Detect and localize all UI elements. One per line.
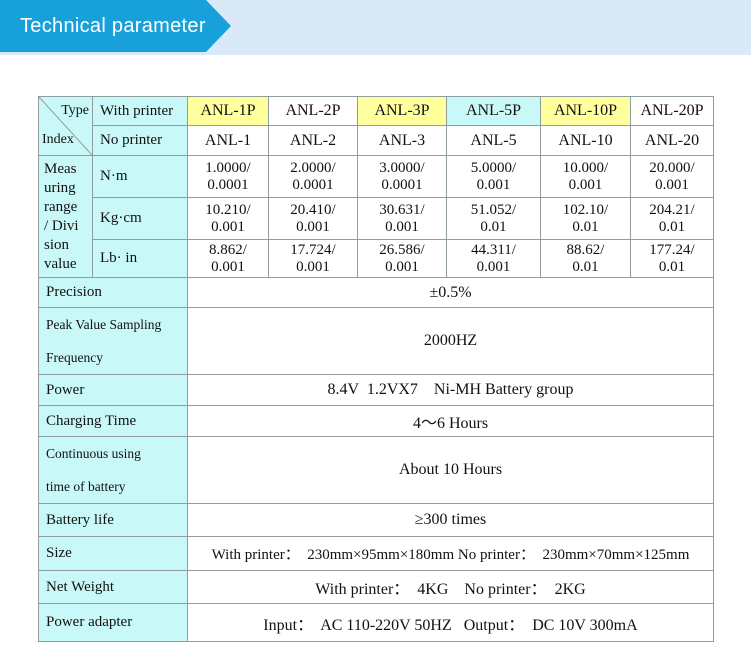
unit-cell: Kg·cm <box>92 197 188 240</box>
section-banner: Technical parameter <box>0 0 231 52</box>
value-cell: 102.10/ 0.01 <box>540 197 631 240</box>
value-cell: 3.0000/ 0.0001 <box>357 155 447 198</box>
spec-label: Power <box>38 374 188 407</box>
value-cell: 10.000/ 0.001 <box>540 155 631 198</box>
value-cell: 30.631/ 0.001 <box>357 197 447 240</box>
model-cell: ANL-5 <box>446 125 541 156</box>
no-printer-label: No printer <box>92 125 188 156</box>
model-cell: ANL-3P <box>357 96 447 126</box>
model-cell: ANL-20 <box>630 125 714 156</box>
spec-value: Input： AC 110-220V 50HZ Output： DC 10V 3… <box>187 603 714 643</box>
spec-value: ±0.5% <box>187 277 714 308</box>
spec-row-charging: Charging Time 4～6 Hours <box>38 405 714 438</box>
model-cell: ANL-2 <box>268 125 358 156</box>
value-cell: 51.052/ 0.01 <box>446 197 541 240</box>
spec-value: With printer： 230mm×95mm×180mm No printe… <box>187 536 714 572</box>
spec-row-power: Power 8.4V 1.2VX7 Ni-MH Battery group <box>38 374 714 407</box>
value-cell: 44.311/ 0.001 <box>446 239 541 278</box>
unit-cell: Lb· in <box>92 239 188 278</box>
value-cell: 88.62/ 0.01 <box>540 239 631 278</box>
value-cell: 26.586/ 0.001 <box>357 239 447 278</box>
spec-row-sampling: Peak Value Sampling Frequency 2000HZ <box>38 306 714 376</box>
table-row-nm: Meas uring range / Divi sion value N·m 1… <box>38 155 714 278</box>
table-row-with-printer: Type Index With printer ANL-1P ANL-2P AN… <box>38 96 714 156</box>
spec-table: Type Index With printer ANL-1P ANL-2P AN… <box>38 96 714 643</box>
spec-row-continuous: Continuous using time of battery About 1… <box>38 436 714 505</box>
model-cell: ANL-3 <box>357 125 447 156</box>
spec-label: Power adapter <box>38 603 188 643</box>
value-cell: 10.210/ 0.001 <box>187 197 269 240</box>
measuring-range-label: Meas uring range / Divi sion value <box>38 155 93 278</box>
corner-cell: Type Index <box>38 96 93 156</box>
spec-label: Continuous using time of battery <box>38 436 188 505</box>
table-row-no-printer: No printer ANL-1 ANL-2 ANL-3 ANL-5 ANL-1… <box>39 125 714 156</box>
model-cell: ANL-5P <box>446 96 541 126</box>
table-row-kgcm: Kg·cm 10.210/ 0.001 20.410/ 0.001 30.631… <box>39 197 714 240</box>
spec-row-precision: Precision ±0.5% <box>38 277 714 308</box>
spec-value: With printer： 4KG No printer： 2KG <box>187 570 714 605</box>
spec-value: ≥300 times <box>187 503 714 538</box>
header-strip: Technical parameter <box>0 0 751 55</box>
value-cell: 177.24/ 0.01 <box>630 239 714 278</box>
spec-label: Precision <box>38 277 188 308</box>
model-cell: ANL-1P <box>187 96 269 126</box>
spec-row-size: Size With printer： 230mm×95mm×180mm No p… <box>38 536 714 572</box>
value-cell: 8.862/ 0.001 <box>187 239 269 278</box>
spec-value: 2000HZ <box>187 306 714 376</box>
model-cell: ANL-20P <box>630 96 714 126</box>
spec-label: Net Weight <box>38 570 188 605</box>
spec-label: Charging Time <box>38 405 188 438</box>
table-row-lbin: Lb· in 8.862/ 0.001 17.724/ 0.001 26.586… <box>39 239 714 278</box>
value-cell: 1.0000/ 0.0001 <box>187 155 269 198</box>
model-cell: ANL-2P <box>268 96 358 126</box>
value-cell: 20.000/ 0.001 <box>630 155 714 198</box>
spec-value: About 10 Hours <box>187 436 714 505</box>
spec-row-net-weight: Net Weight With printer： 4KG No printer：… <box>38 570 714 605</box>
spec-label: Battery life <box>38 503 188 538</box>
model-cell: ANL-10 <box>540 125 631 156</box>
spec-value: 4～6 Hours <box>187 405 714 438</box>
section-title: Technical parameter <box>20 14 206 37</box>
corner-index-label: Index <box>42 132 74 147</box>
model-cell: ANL-1 <box>187 125 269 156</box>
spec-label: Peak Value Sampling Frequency <box>38 306 188 376</box>
unit-cell: N·m <box>92 155 188 198</box>
value-cell: 5.0000/ 0.001 <box>446 155 541 198</box>
value-cell: 2.0000/ 0.0001 <box>268 155 358 198</box>
corner-type-label: Type <box>61 103 89 118</box>
model-cell: ANL-10P <box>540 96 631 126</box>
with-printer-label: With printer <box>92 96 188 126</box>
spec-label: Size <box>38 536 188 572</box>
spec-row-battery-life: Battery life ≥300 times <box>38 503 714 538</box>
spec-row-power-adapter: Power adapter Input： AC 110-220V 50HZ Ou… <box>38 603 714 643</box>
spec-value: 8.4V 1.2VX7 Ni-MH Battery group <box>187 374 714 407</box>
value-cell: 20.410/ 0.001 <box>268 197 358 240</box>
value-cell: 204.21/ 0.01 <box>630 197 714 240</box>
value-cell: 17.724/ 0.001 <box>268 239 358 278</box>
